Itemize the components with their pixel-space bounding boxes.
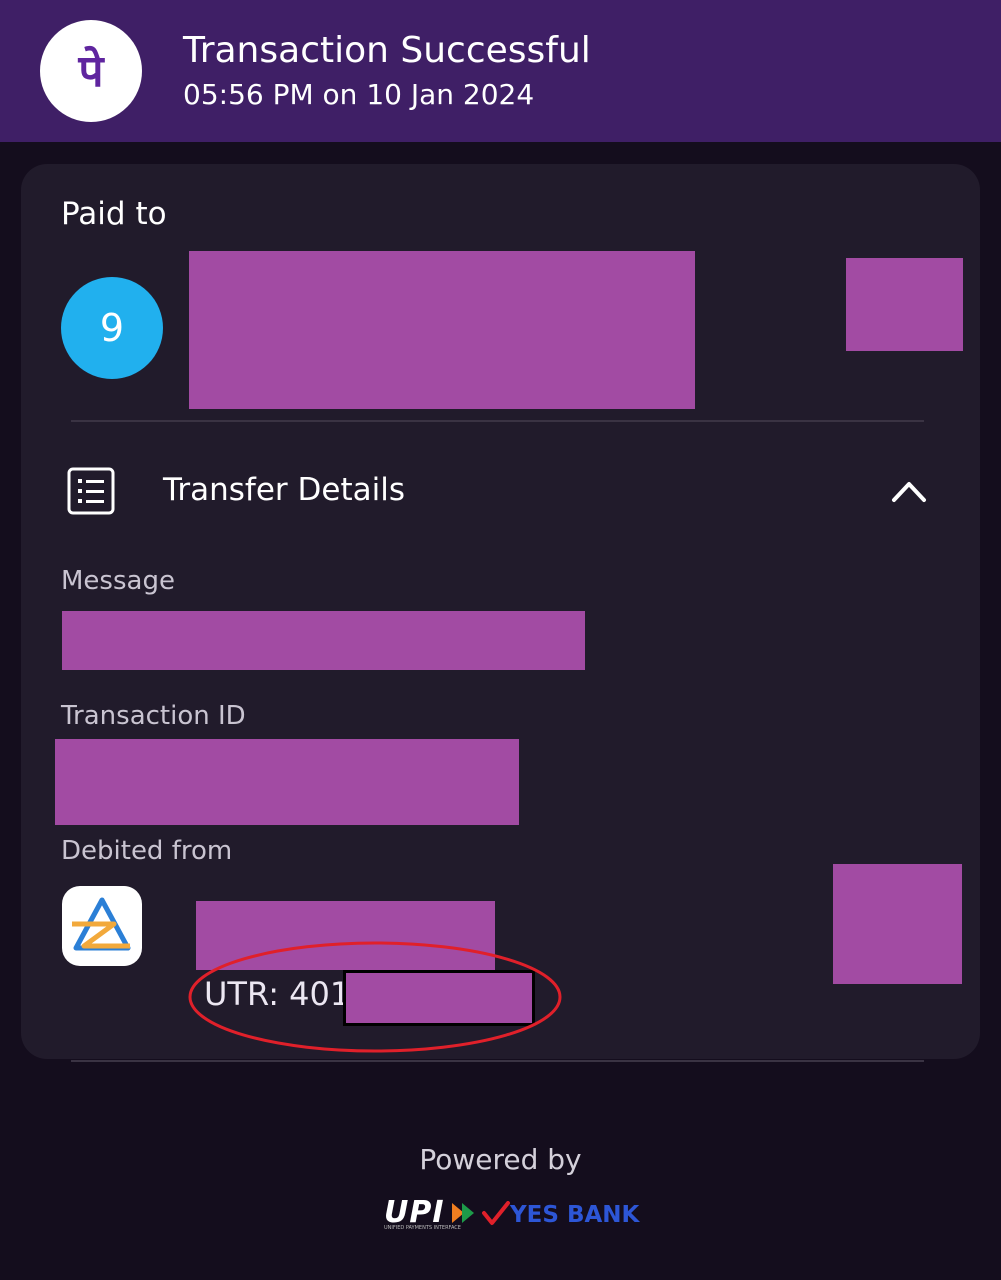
- transaction-timestamp: 05:56 PM on 10 Jan 2024: [183, 78, 535, 111]
- phonepe-logo-glyph: पे: [78, 45, 106, 97]
- payee-name-redacted: [189, 251, 695, 409]
- message-value-redacted: [62, 611, 585, 670]
- transaction-id-redacted: [55, 739, 519, 825]
- debited-from-label: Debited from: [61, 836, 233, 866]
- upi-subtext: UNIFIED PAYMENTS INTERFACE: [384, 1225, 461, 1231]
- debited-amount-redacted: [833, 864, 962, 984]
- brand-logos: UPI UNIFIED PAYMENTS INTERFACE YES BANK: [384, 1195, 639, 1235]
- bank-logo-icon: [62, 886, 142, 966]
- message-label: Message: [61, 566, 175, 596]
- powered-by-label: Powered by: [419, 1143, 582, 1176]
- transfer-details-label[interactable]: Transfer Details: [163, 472, 405, 508]
- amount-redacted: [846, 258, 963, 351]
- page-title: Transaction Successful: [183, 30, 591, 71]
- payee-avatar: 9: [61, 277, 163, 379]
- divider: [71, 420, 924, 422]
- phonepe-logo-icon: पे: [40, 20, 142, 122]
- list-icon: [66, 466, 118, 522]
- transaction-id-label: Transaction ID: [61, 701, 246, 731]
- red-annotation-ellipse: [185, 935, 575, 1063]
- upi-arrow-icon: [452, 1203, 474, 1223]
- paid-to-label: Paid to: [61, 196, 167, 232]
- yes-bank-logo: YES BANK: [510, 1202, 640, 1228]
- checkmark-icon: [482, 1201, 510, 1225]
- bottom-divider: [71, 1060, 924, 1062]
- header-bar: पे Transaction Successful 05:56 PM on 10…: [0, 0, 1001, 142]
- chevron-up-icon[interactable]: [888, 474, 930, 512]
